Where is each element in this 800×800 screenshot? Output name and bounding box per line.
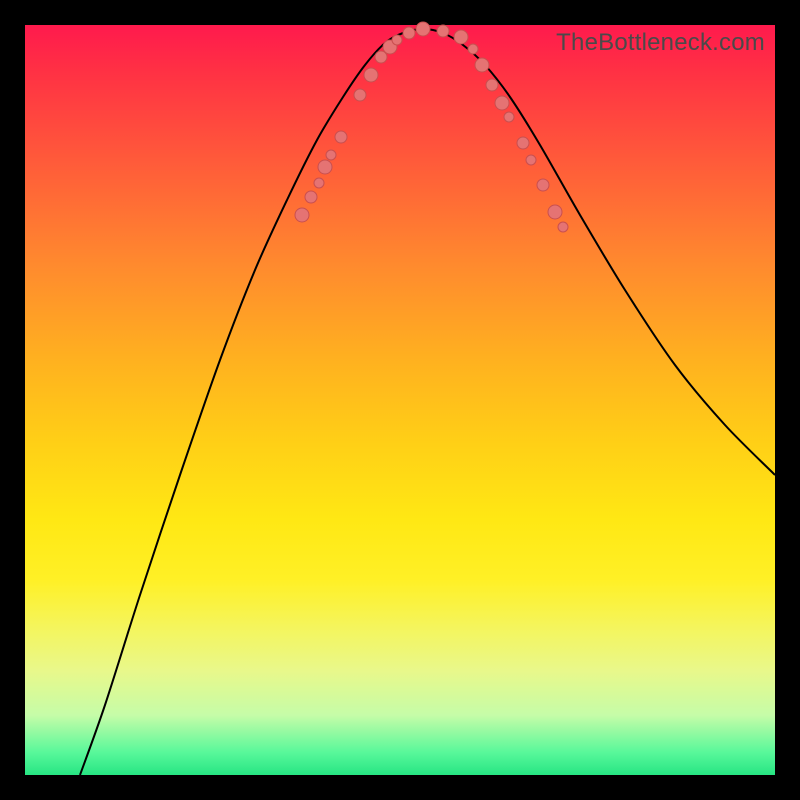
data-dot (504, 112, 514, 122)
data-dot (403, 27, 415, 39)
data-dot (437, 25, 449, 37)
data-dot (526, 155, 536, 165)
data-dot (335, 131, 347, 143)
data-dots (295, 22, 568, 232)
data-dot (375, 51, 387, 63)
data-dot (305, 191, 317, 203)
data-dot (486, 79, 498, 91)
data-dot (392, 35, 402, 45)
data-dot (475, 58, 489, 72)
data-dot (454, 30, 468, 44)
data-dot (468, 44, 478, 54)
data-dot (314, 178, 324, 188)
data-dot (295, 208, 309, 222)
chart-svg (25, 25, 775, 775)
data-dot (537, 179, 549, 191)
bottleneck-curve (80, 29, 775, 775)
data-dot (495, 96, 509, 110)
data-dot (364, 68, 378, 82)
data-dot (326, 150, 336, 160)
data-dot (558, 222, 568, 232)
data-dot (354, 89, 366, 101)
chart-frame: TheBottleneck.com (25, 25, 775, 775)
data-dot (517, 137, 529, 149)
data-dot (548, 205, 562, 219)
data-dot (318, 160, 332, 174)
data-dot (416, 22, 430, 36)
